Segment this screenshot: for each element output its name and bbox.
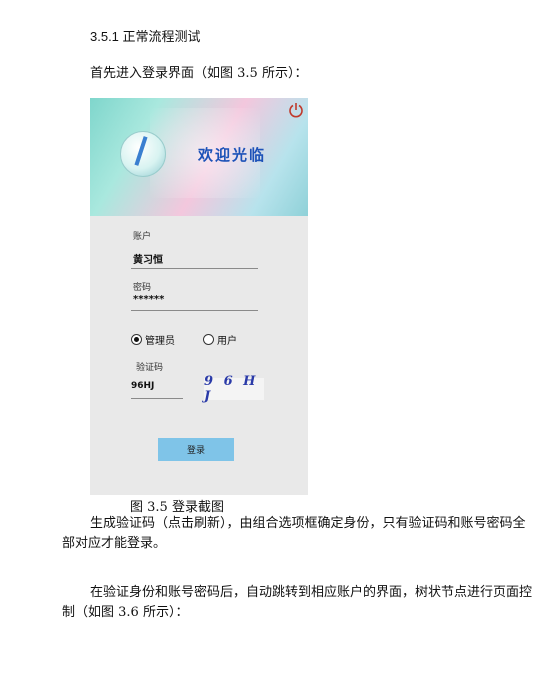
captcha-label: 验证码 <box>136 363 164 373</box>
account-underline <box>131 268 258 269</box>
login-button[interactable]: 登录 <box>158 438 234 461</box>
radio-unselected-icon <box>203 334 214 345</box>
role-admin-label: 管理员 <box>145 336 175 347</box>
captcha-underline <box>131 398 183 399</box>
section-title: 3.5.1 正常流程测试 <box>90 29 201 44</box>
role-admin-radio[interactable]: 管理员 <box>131 332 175 347</box>
captcha-image[interactable]: 9 6 H J <box>204 374 264 404</box>
role-user-label: 用户 <box>217 336 237 347</box>
password-field[interactable]: ****** <box>133 294 164 305</box>
app-logo <box>120 131 166 177</box>
figure-caption: 图 3.5 登录截图 <box>130 500 224 515</box>
role-user-radio[interactable]: 用户 <box>203 332 237 347</box>
intro-paragraph: 首先进入登录界面（如图 3.5 所示）： <box>90 66 308 81</box>
account-field[interactable]: 黄习恒 <box>133 251 163 266</box>
welcome-text: 欢迎光临 <box>198 146 267 164</box>
password-label: 密码 <box>133 283 152 293</box>
login-screenshot: 欢迎光临 账户 黄习恒 密码 ****** 管理员 用户 验证码 96HJ 9 … <box>90 98 308 495</box>
power-icon[interactable] <box>288 102 304 118</box>
password-underline <box>131 310 258 311</box>
radio-selected-icon <box>131 334 142 345</box>
paragraph-2: 在验证身份和账号密码后，自动跳转到相应账户的界面，树状节点进行页面控制（如图 3… <box>62 585 533 620</box>
account-label: 账户 <box>133 232 152 242</box>
paragraph-1: 生成验证码（点击刷新），由组合选项框确定身份，只有验证码和账号密码全部对应才能登… <box>62 516 526 551</box>
captcha-input[interactable]: 96HJ <box>131 381 154 391</box>
